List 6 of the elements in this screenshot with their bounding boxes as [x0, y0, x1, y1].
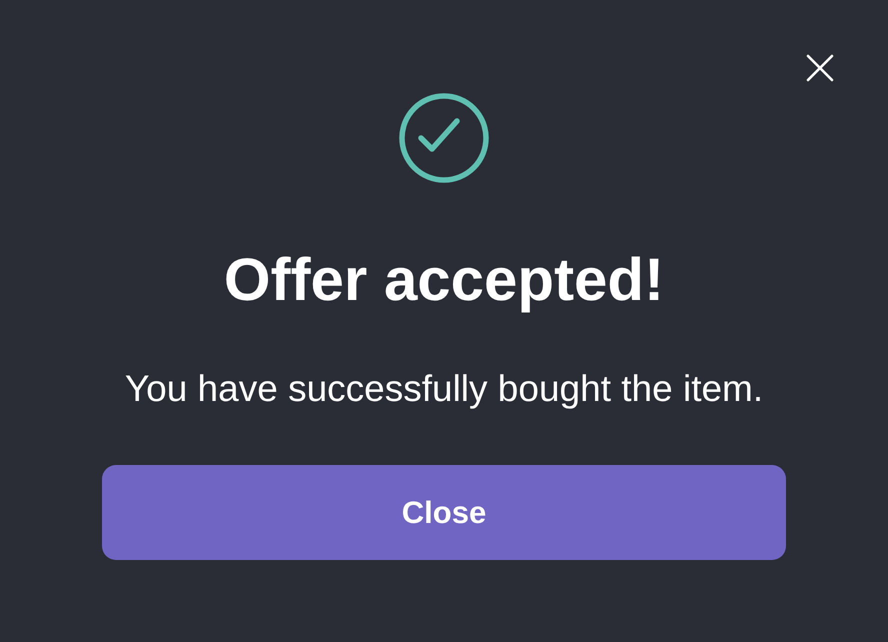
dialog-message: You have successfully bought the item. [124, 367, 764, 411]
check-circle-icon [399, 93, 489, 183]
close-button[interactable] [804, 52, 836, 84]
dialog-title: Offer accepted! [224, 245, 664, 315]
close-icon [804, 52, 836, 84]
close-button[interactable]: Close [102, 465, 786, 560]
